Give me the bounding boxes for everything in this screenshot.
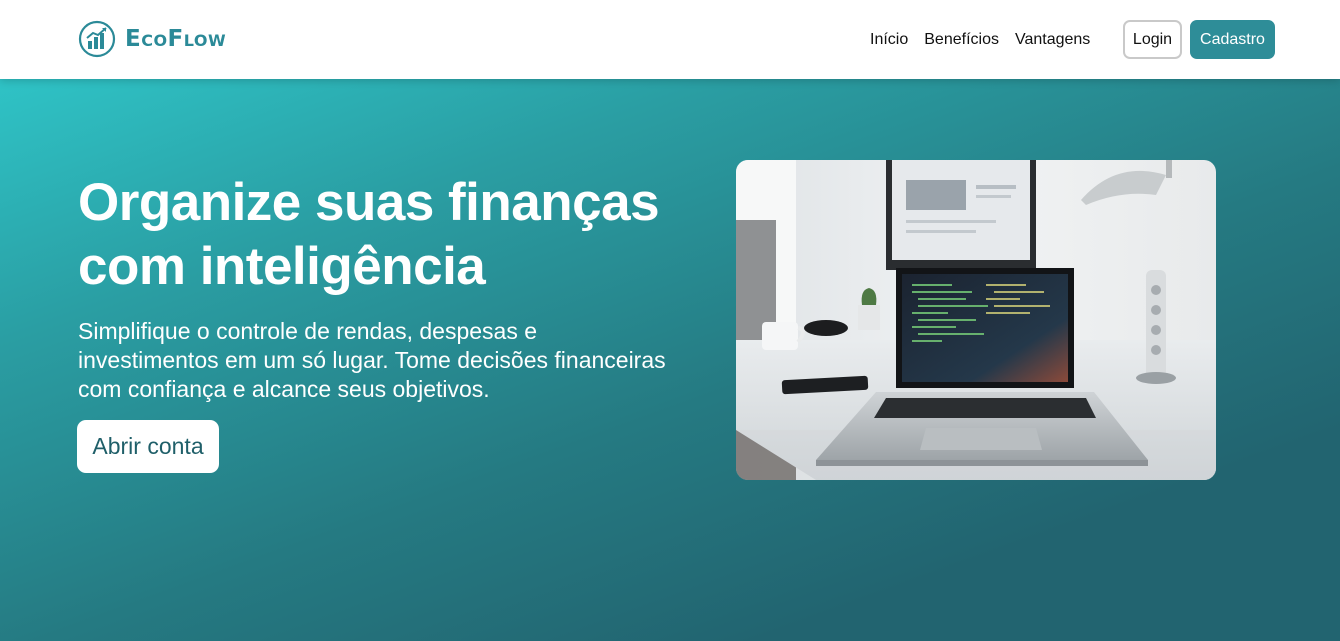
nav-link-vantagens[interactable]: Vantagens xyxy=(1015,31,1090,49)
brand-logo[interactable]: EcoFlow xyxy=(78,20,226,58)
login-button[interactable]: Login xyxy=(1123,20,1182,59)
laptop-workspace-photo xyxy=(736,160,1216,480)
hero-subtitle: Simplifique o controle de rendas, despes… xyxy=(78,318,666,402)
navbar: EcoFlow Início Benefícios Vantagens Logi… xyxy=(0,0,1340,79)
nav-link-beneficios[interactable]: Benefícios xyxy=(924,31,999,49)
nav-link-inicio[interactable]: Início xyxy=(870,31,908,49)
hero-title: Organize suas finanças com inteligência xyxy=(78,173,660,296)
hero-image xyxy=(736,160,1216,480)
hero-section: Organize suas finanças com inteligência … xyxy=(0,79,1340,641)
signup-button[interactable]: Cadastro xyxy=(1190,20,1275,59)
open-account-button[interactable]: Abrir conta xyxy=(77,420,219,473)
brand-name: EcoFlow xyxy=(125,26,227,52)
main-nav: Início Benefícios Vantagens xyxy=(870,20,1090,59)
growth-chart-icon xyxy=(78,20,116,58)
